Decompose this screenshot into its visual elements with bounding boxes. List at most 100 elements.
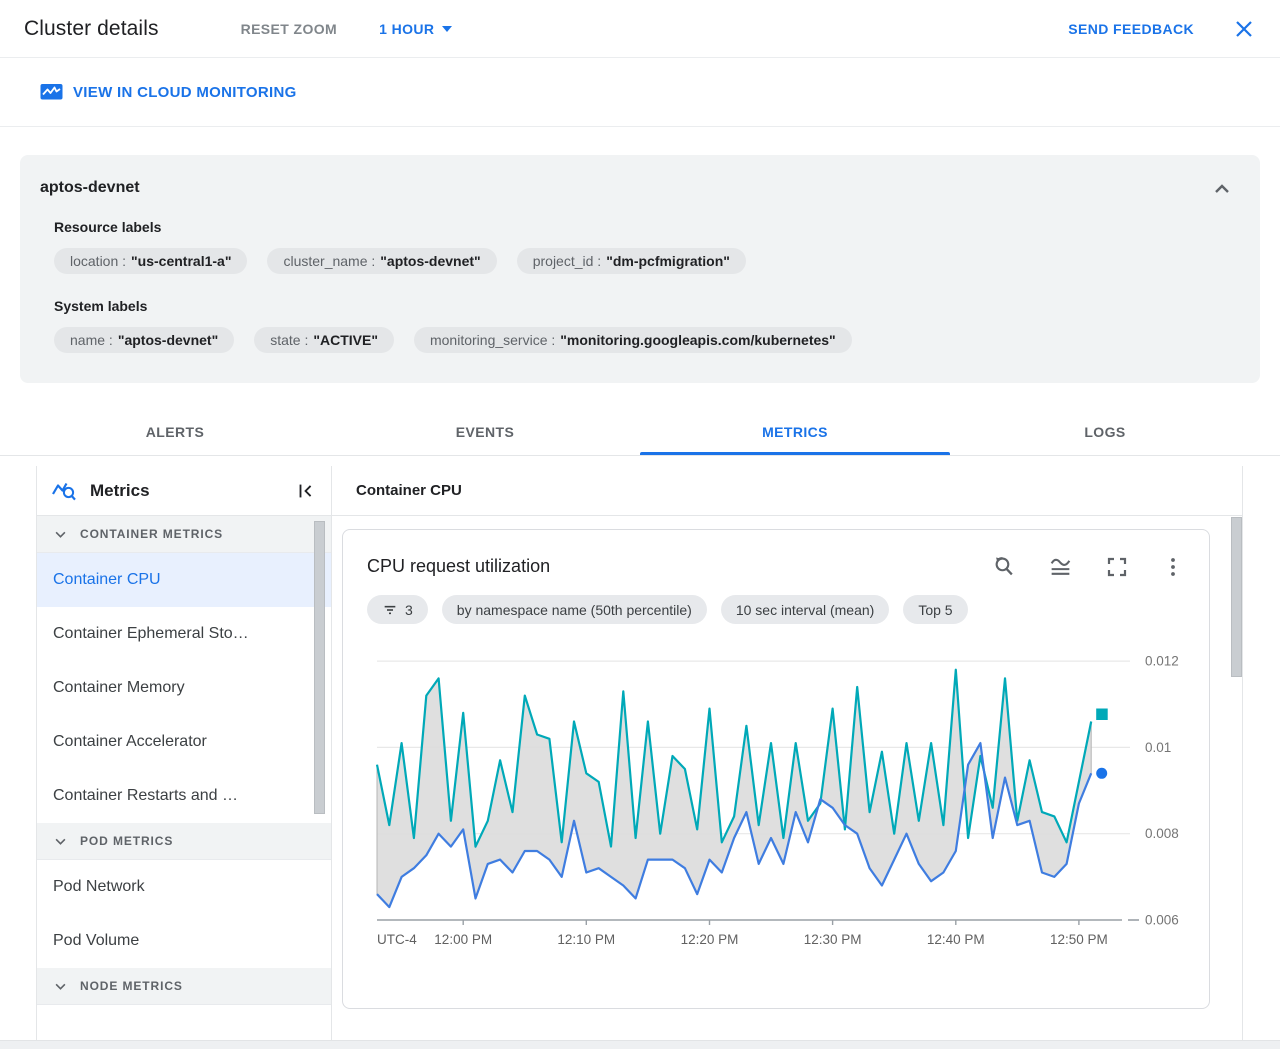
svg-text:12:40 PM: 12:40 PM xyxy=(927,932,985,947)
tab-metrics[interactable]: METRICS xyxy=(640,409,950,455)
fullscreen-icon xyxy=(1107,557,1127,576)
chip-key: state : xyxy=(270,332,309,348)
view-statistics-button[interactable] xyxy=(1048,554,1073,579)
chevron-down-icon xyxy=(55,983,66,990)
resource-labels-title: Resource labels xyxy=(54,219,162,235)
system-labels-title: System labels xyxy=(54,298,148,314)
svg-text:UTC-4: UTC-4 xyxy=(377,932,417,947)
chip-label: 3 xyxy=(405,601,413,618)
label-chip: state : "ACTIVE" xyxy=(254,327,394,353)
chip-label: by namespace name (50th percentile) xyxy=(456,601,692,618)
section-label: NODE METRICS xyxy=(80,979,183,993)
metrics-content: Metrics CONTAINER METRICS Container CPU … xyxy=(36,466,1243,1040)
chart-title: CPU request utilization xyxy=(367,556,551,576)
svg-text:12:00 PM: 12:00 PM xyxy=(434,932,492,947)
svg-text:0.01: 0.01 xyxy=(1145,740,1171,755)
top-bar: Cluster details RESET ZOOM 1 HOUR SEND F… xyxy=(0,0,1280,58)
reset-zoom-button[interactable]: RESET ZOOM xyxy=(241,21,338,37)
cluster-summary-card: aptos-devnet Resource labels location : … xyxy=(20,155,1260,383)
main-panel-title: Container CPU xyxy=(356,482,462,499)
zoom-reset-button[interactable] xyxy=(991,554,1016,579)
chip-key: cluster_name : xyxy=(283,253,376,269)
chip-value: "aptos-devnet" xyxy=(117,332,219,348)
time-range-value: 1 HOUR xyxy=(379,20,435,37)
close-button[interactable] xyxy=(1232,17,1256,41)
system-labels-group: System labels name : "aptos-devnet" stat… xyxy=(54,298,1240,353)
chip-key: location : xyxy=(70,253,127,269)
chip-value: "us-central1-a" xyxy=(131,253,232,269)
tab-events[interactable]: EVENTS xyxy=(330,409,640,455)
svg-text:12:20 PM: 12:20 PM xyxy=(681,932,739,947)
filter-count-chip[interactable]: 3 xyxy=(367,595,428,624)
tab-alerts[interactable]: ALERTS xyxy=(20,409,330,455)
sidebar-item-container-memory[interactable]: Container Memory xyxy=(37,661,331,715)
section-node-metrics[interactable]: NODE METRICS xyxy=(37,968,331,1005)
kebab-menu-icon xyxy=(1171,557,1175,576)
label-chip: monitoring_service : "monitoring.googlea… xyxy=(413,327,852,353)
chart-filter-chips: 3 by namespace name (50th percentile) 10… xyxy=(367,595,1185,624)
chip-value: "aptos-devnet" xyxy=(380,253,481,269)
chip-key: monitoring_service : xyxy=(429,332,556,348)
collapse-card-button[interactable] xyxy=(1210,177,1234,201)
chart-plot-area[interactable]: 0.006 0.008 0.01 0.012 UTC-4 12:00 PM 12:10 PM… xyxy=(367,632,1185,967)
interval-chip[interactable]: 10 sec interval (mean) xyxy=(720,595,890,624)
chart-menu-button[interactable] xyxy=(1161,555,1185,579)
label-chip: project_id : "dm-pcfmigration" xyxy=(516,248,746,274)
cluster-name-title: aptos-devnet xyxy=(40,179,140,196)
chip-label: 10 sec interval (mean) xyxy=(735,601,875,618)
section-pod-metrics[interactable]: POD METRICS xyxy=(37,823,331,860)
fullscreen-button[interactable] xyxy=(1105,555,1129,579)
chevron-up-icon xyxy=(1215,184,1229,193)
monitor-row: VIEW IN CLOUD MONITORING xyxy=(0,58,1280,127)
chip-key: project_id : xyxy=(532,253,602,269)
svg-text:0.006: 0.006 xyxy=(1145,913,1179,928)
page-title: Cluster details xyxy=(24,16,159,40)
main-scrollbar-thumb[interactable] xyxy=(1231,517,1242,677)
cluster-details-panel: Cluster details RESET ZOOM 1 HOUR SEND F… xyxy=(0,0,1280,1049)
caret-down-icon xyxy=(442,25,453,32)
time-range-dropdown[interactable]: 1 HOUR xyxy=(379,20,453,37)
sidebar-item-container-cpu[interactable]: Container CPU xyxy=(37,553,331,607)
metrics-sidebar: Metrics CONTAINER METRICS Container CPU … xyxy=(37,466,332,1040)
chip-key: name : xyxy=(70,332,113,348)
section-label: CONTAINER METRICS xyxy=(80,527,224,541)
svg-text:12:30 PM: 12:30 PM xyxy=(804,932,862,947)
sidebar-item-pod-volume[interactable]: Pod Volume xyxy=(37,914,331,968)
chip-value: "monitoring.googleapis.com/kubernetes" xyxy=(560,332,836,348)
cpu-utilization-chart: 0.006 0.008 0.01 0.012 UTC-4 12:00 PM 12:10 PM… xyxy=(375,654,1179,947)
page-background-strip xyxy=(0,1040,1280,1049)
zoom-history-icon xyxy=(995,557,1013,576)
label-chip: cluster_name : "aptos-devnet" xyxy=(267,248,497,274)
section-container-metrics[interactable]: CONTAINER METRICS xyxy=(37,516,331,553)
sidebar-header: Metrics xyxy=(37,466,331,516)
view-in-cloud-monitoring-link[interactable]: VIEW IN CLOUD MONITORING xyxy=(40,83,297,102)
sidebar-item-container-ephemeral-storage[interactable]: Container Ephemeral Sto… xyxy=(37,607,331,661)
chip-value: "ACTIVE" xyxy=(313,332,378,348)
metrics-explorer-icon xyxy=(52,482,76,500)
collapse-panel-left-icon xyxy=(299,484,312,497)
metrics-main-panel: Container CPU CPU request utilization 3 … xyxy=(332,466,1242,1040)
main-panel-header: Container CPU xyxy=(332,466,1242,516)
top5-chip[interactable]: Top 5 xyxy=(903,595,968,624)
close-icon xyxy=(1236,20,1252,37)
tabs-divider xyxy=(0,455,1280,456)
statistics-wave-icon xyxy=(1050,558,1071,575)
groupby-chip[interactable]: by namespace name (50th percentile) xyxy=(441,595,707,624)
chevron-down-icon xyxy=(55,531,66,538)
sidebar-item-container-restarts[interactable]: Container Restarts and … xyxy=(37,769,331,823)
send-feedback-button[interactable]: SEND FEEDBACK xyxy=(1068,21,1194,37)
chevron-down-icon xyxy=(55,838,66,845)
label-chip: name : "aptos-devnet" xyxy=(54,327,235,353)
svg-text:0.012: 0.012 xyxy=(1145,654,1179,669)
sidebar-item-pod-network[interactable]: Pod Network xyxy=(37,860,331,914)
tab-logs[interactable]: LOGS xyxy=(950,409,1260,455)
sidebar-scrollbar-thumb[interactable] xyxy=(314,521,325,814)
filter-icon xyxy=(384,605,396,614)
collapse-sidebar-button[interactable] xyxy=(295,480,317,502)
cpu-chart-card: CPU request utilization 3 by namespace n… xyxy=(342,529,1210,1009)
svg-text:12:10 PM: 12:10 PM xyxy=(557,932,615,947)
chip-value: "dm-pcfmigration" xyxy=(606,253,730,269)
chip-label: Top 5 xyxy=(918,601,953,618)
tab-bar: ALERTS EVENTS METRICS LOGS xyxy=(20,409,1260,455)
sidebar-item-container-accelerator[interactable]: Container Accelerator xyxy=(37,715,331,769)
